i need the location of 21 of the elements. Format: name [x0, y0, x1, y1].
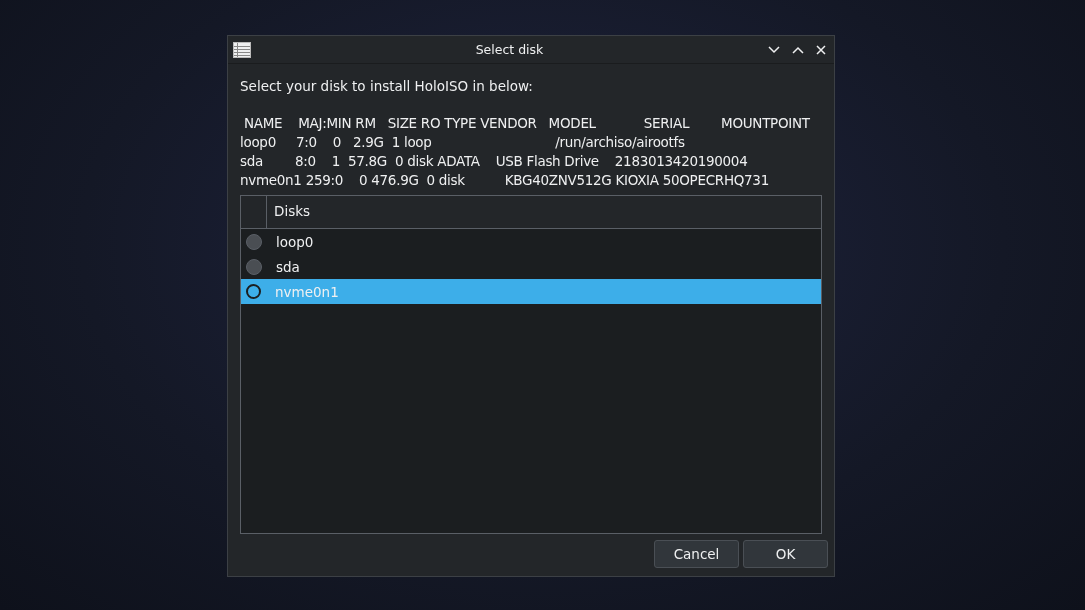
radio-button[interactable] — [246, 233, 262, 250]
listing-line: sda 8:0 1 57.8G 0 disk ADATA USB Flash Drive 2183013420190004 — [240, 152, 749, 171]
column-header[interactable]: Disks — [267, 196, 318, 228]
disk-name: sda — [276, 258, 300, 275]
listing-line: nvme0n1 259:0 0 476.9G 0 disk KBG40ZNV512G KIOXIA 50OPECRHQ731 — [240, 171, 770, 190]
ok-button[interactable]: OK — [743, 540, 828, 568]
disk-row[interactable]: loop0 — [241, 229, 821, 254]
instruction-text: Select your disk to install HoloISO in below: — [240, 78, 534, 94]
listing-line: NAME MAJ:MIN RM SIZE RO TYPE VENDOR MODEL SERIAL MOUNTPOINT — [243, 114, 811, 133]
close-icon[interactable] — [816, 44, 826, 55]
cancel-button[interactable]: Cancel — [654, 540, 739, 568]
listing-line: loop0 7:0 0 2.9G 1 loop /run/archiso/airootfs — [240, 133, 686, 152]
radio-button[interactable] — [246, 284, 261, 299]
radio-button[interactable] — [246, 258, 262, 275]
disk-name: loop0 — [276, 233, 314, 250]
minimize-icon[interactable] — [768, 45, 780, 54]
disk-row[interactable]: sda — [241, 254, 821, 279]
disk-name: nvme0n1 — [275, 283, 339, 300]
window-title: Select disk — [474, 42, 545, 57]
list-icon — [233, 41, 251, 58]
maximize-icon[interactable] — [792, 45, 804, 54]
